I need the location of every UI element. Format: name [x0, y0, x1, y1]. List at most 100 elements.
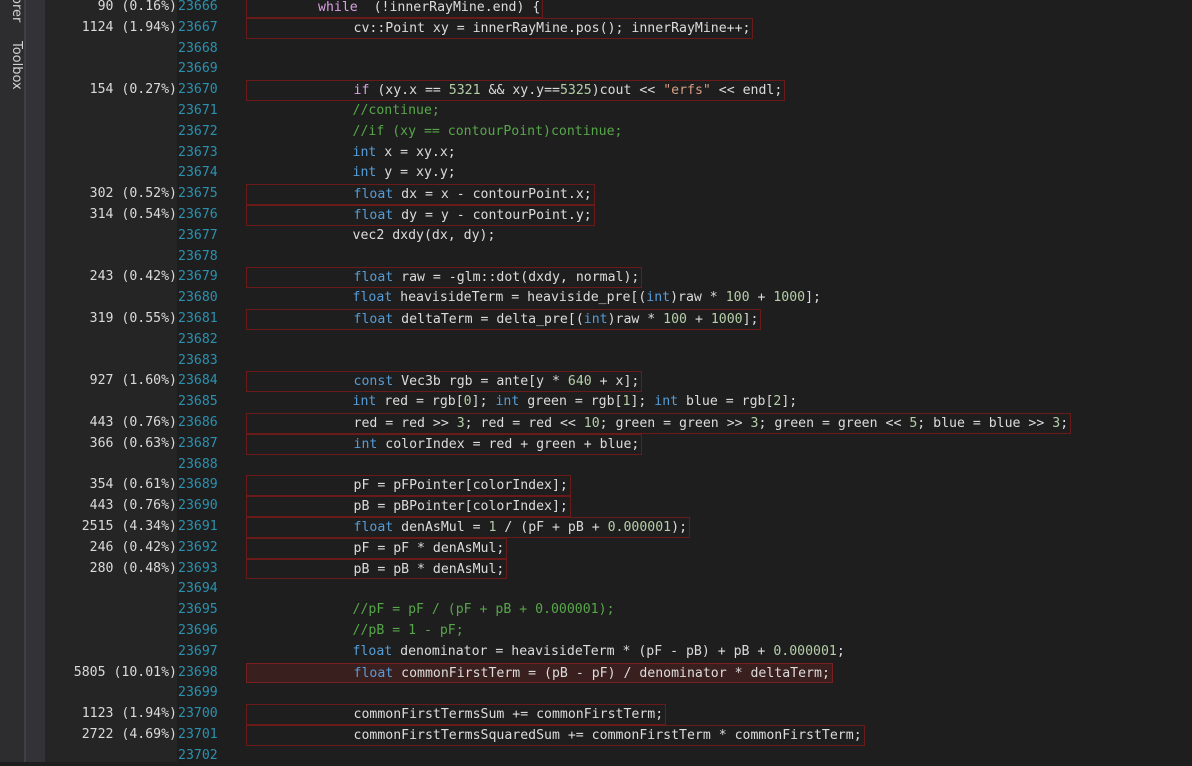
code-editor[interactable]: 90 (0.16%) 23666 while (!innerRayMine.end)…	[0, 0, 1192, 766]
code-line[interactable]: 23669	[0, 59, 1192, 80]
code-line[interactable]: 90 (0.16%) 23666 while (!innerRayMine.end)…	[0, 0, 1192, 18]
code-text[interactable]: commonFirstTermsSum += commonFirstTerm;	[246, 704, 667, 725]
code-line[interactable]: 354 (0.61%) 23689 pF = pFPointer[colorInde…	[0, 475, 1192, 497]
keyword-token: float	[353, 207, 394, 223]
line-number: 23696	[178, 622, 218, 638]
code-token: x = xy.x;	[376, 144, 456, 160]
code-text[interactable]: vec2 dxdy(dx, dy);	[246, 226, 497, 247]
code-text[interactable]: commonFirstTermsSquaredSum += commonFirs…	[246, 724, 865, 746]
code-line[interactable]: 443 (0.76%) 23690 pB = pBPointer[colorInde…	[0, 496, 1192, 517]
code-line[interactable]: 2515 (4.34%) 23691 float denAsMul = 1 / (p…	[0, 516, 1192, 538]
code-line[interactable]: 23695 //pF = pF / (pF + pB + 0.000001);	[0, 600, 1192, 621]
code-text[interactable]: //if (xy == contourPoint)continue;	[246, 122, 624, 143]
code-line[interactable]: 23671 //continue;	[0, 101, 1192, 122]
keyword-token: float	[353, 187, 394, 203]
code-text[interactable]: pF = pFPointer[colorIndex];	[246, 475, 571, 497]
hit-count: 280 (0.48%)	[89, 560, 177, 576]
line-number: 23684	[178, 373, 218, 389]
code-line[interactable]: 23697 float denominator = heavisideTerm *…	[0, 642, 1192, 663]
code-line[interactable]: 302 (0.52%) 23675 float dx = x - contourPo…	[0, 184, 1192, 205]
code-token: )cout <<	[591, 83, 664, 99]
code-line[interactable]: 23674 int y = xy.y;	[0, 163, 1192, 184]
code-line[interactable]: 23672 //if (xy == contourPoint)continue;	[0, 122, 1192, 143]
line-number: 23690	[178, 498, 218, 514]
code-token: red = red >>	[353, 415, 457, 431]
code-line[interactable]: 23685 int red = rgb[0]; int green = rgb[1…	[0, 392, 1192, 413]
code-line[interactable]: 23702	[0, 746, 1192, 766]
line-number: 23686	[178, 414, 218, 430]
code-line[interactable]: 23678	[0, 247, 1192, 268]
line-number: 23668	[178, 40, 218, 56]
line-number: 23692	[178, 539, 218, 555]
code-text[interactable]: const Vec3b rgb = ante[y * 640 + x];	[246, 371, 643, 393]
code-token: commonFirstTerm = (pB - pF) / denominato…	[393, 665, 830, 681]
code-line[interactable]: 314 (0.54%) 23676 float dy = y - contourPo…	[0, 204, 1192, 226]
code-line[interactable]: 927 (1.60%) 23684 const Vec3b rgb = ante[y…	[0, 371, 1192, 393]
line-number: 23673	[178, 144, 218, 160]
code-text[interactable]: //continue;	[246, 101, 442, 122]
code-text[interactable]: int y = xy.y;	[246, 163, 458, 184]
code-line[interactable]: 23680 float heavisideTerm = heaviside_pre…	[0, 288, 1192, 309]
code-text[interactable]: float denAsMul = 1 / (pF + pB + 0.000001…	[246, 516, 691, 538]
code-line[interactable]: 2722 (4.69%) 23701 commonFirstTermsSquared…	[0, 724, 1192, 746]
code-line[interactable]: 23688	[0, 455, 1192, 476]
code-text[interactable]: while (!innerRayMine.end) {	[246, 0, 544, 18]
code-text[interactable]: cv::Point xy = innerRayMine.pos(); inner…	[246, 17, 754, 39]
code-text[interactable]: pB = pB * denAsMul;	[246, 558, 508, 580]
code-line[interactable]: 23682	[0, 330, 1192, 351]
code-text[interactable]: float dy = y - contourPoint.y;	[246, 204, 595, 226]
line-number: 23669	[178, 61, 218, 77]
code-line[interactable]: 23696 //pB = 1 - pF;	[0, 621, 1192, 642]
code-line[interactable]: 5805 (10.01%) 23698 float commonFirstTerm …	[0, 662, 1192, 684]
number-token: 1000	[773, 290, 806, 306]
code-line[interactable]: 23668	[0, 39, 1192, 60]
code-text[interactable]: int colorIndex = red + green + blue;	[246, 433, 643, 455]
code-text[interactable]: float deltaTerm = delta_pre[(int)raw * 1…	[246, 308, 762, 330]
code-line[interactable]: 1124 (1.94%) 23667 cv::Point xy = innerRay…	[0, 17, 1192, 39]
code-text[interactable]: //pB = 1 - pF;	[246, 621, 466, 642]
code-text[interactable]: float heavisideTerm = heaviside_pre[(int…	[246, 288, 823, 309]
code-line[interactable]: 319 (0.55%) 23681 float deltaTerm = delta_…	[0, 308, 1192, 330]
line-number: 23670	[178, 82, 218, 98]
line-number: 23666	[178, 0, 218, 14]
line-number: 23689	[178, 477, 218, 493]
code-text[interactable]: pF = pF * denAsMul;	[246, 537, 508, 559]
code-text[interactable]: float denominator = heavisideTerm * (pF …	[246, 642, 847, 663]
code-line[interactable]: 1123 (1.94%) 23700 commonFirstTermsSum += …	[0, 704, 1192, 725]
code-text[interactable]: int red = rgb[0]; int green = rgb[1]; in…	[246, 392, 799, 413]
number-token: 100	[725, 290, 750, 306]
code-line[interactable]: 23694	[0, 579, 1192, 600]
code-line[interactable]: 443 (0.76%) 23686 red = red >> 3; red = re…	[0, 412, 1192, 434]
line-number: 23680	[178, 290, 218, 306]
code-line[interactable]: 23673 int x = xy.x;	[0, 143, 1192, 164]
line-number: 23697	[178, 643, 218, 659]
code-text[interactable]: float raw = -glm::dot(dxdy, normal);	[246, 267, 643, 289]
code-line[interactable]: 280 (0.48%) 23693 pB = pB * denAsMul;	[0, 558, 1192, 580]
hit-count: 1123 (1.94%)	[81, 706, 177, 722]
code-line[interactable]: 154 (0.27%) 23670 if (xy.x == 5321 && xy.y…	[0, 80, 1192, 101]
code-token: << endl;	[710, 83, 783, 99]
hit-count: 5805 (10.01%)	[73, 664, 177, 680]
code-text[interactable]: pB = pBPointer[colorIndex];	[246, 496, 571, 517]
code-token: (xy.x ==	[369, 83, 449, 99]
keyword-token: int	[654, 394, 679, 410]
code-line[interactable]: 23677 vec2 dxdy(dx, dy);	[0, 226, 1192, 247]
code-line[interactable]: 366 (0.63%) 23687 int colorIndex = red + g…	[0, 433, 1192, 455]
code-token: commonFirstTermsSquaredSum += commonFirs…	[353, 727, 862, 743]
code-text[interactable]: //pF = pF / (pF + pB + 0.000001);	[246, 600, 617, 621]
number-token: 0.000001	[607, 519, 672, 535]
code-text[interactable]: float dx = x - contourPoint.x;	[246, 184, 595, 205]
code-text[interactable]: int x = xy.x;	[246, 143, 458, 164]
code-token: heavisideTerm = heaviside_pre[(	[392, 290, 647, 306]
code-text[interactable]: float commonFirstTerm = (pB - pF) / deno…	[246, 662, 833, 684]
code-token: denominator = heavisideTerm * (pF - pB) …	[392, 643, 774, 659]
code-line[interactable]: 23683	[0, 351, 1192, 372]
code-line[interactable]: 23699	[0, 683, 1192, 704]
code-token: +	[687, 311, 711, 327]
code-text[interactable]: red = red >> 3; red = red << 10; green =…	[246, 412, 1072, 434]
code-line[interactable]: 246 (0.42%) 23692 pF = pF * denAsMul;	[0, 537, 1192, 559]
code-text[interactable]: if (xy.x == 5321 && xy.y==5325)cout << "…	[246, 80, 786, 101]
line-number: 23678	[178, 248, 218, 264]
code-line[interactable]: 243 (0.42%) 23679 float raw = -glm::dot(dx…	[0, 267, 1192, 289]
line-number: 23681	[178, 310, 218, 326]
